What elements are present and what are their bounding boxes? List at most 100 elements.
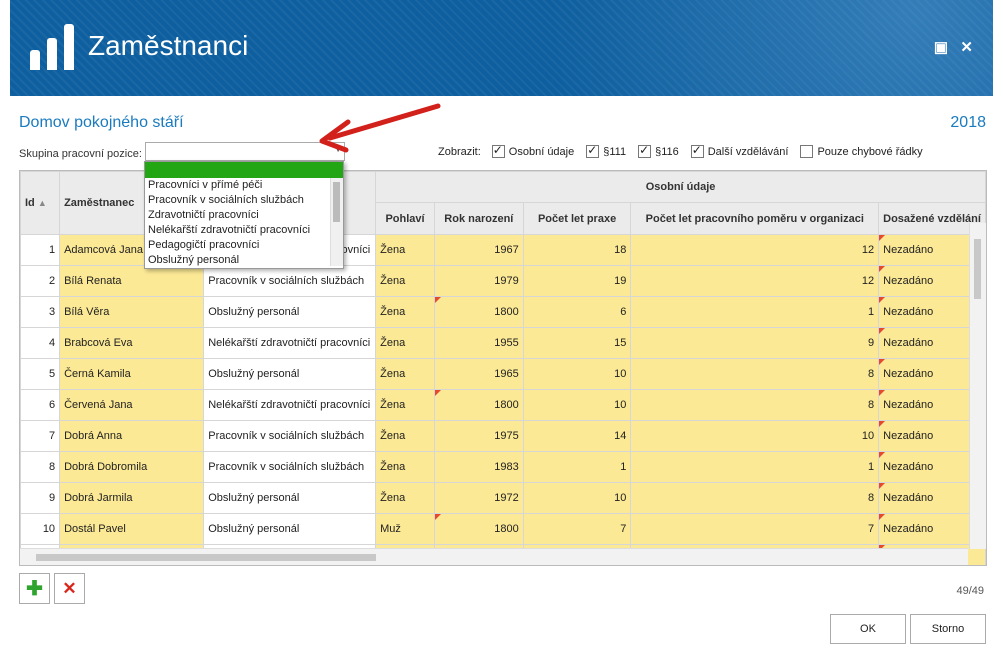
- dropdown-item[interactable]: Pracovníci v přímé péči: [145, 178, 343, 193]
- checkbox-education[interactable]: Další vzdělávání: [690, 143, 788, 158]
- dropdown-item[interactable]: Pedagogičtí pracovníci: [145, 238, 343, 253]
- cell-position[interactable]: Pracovník v sociálních službách: [203, 451, 377, 483]
- cell-gender[interactable]: Žena: [375, 482, 435, 514]
- scroll-thumb[interactable]: [974, 239, 981, 299]
- cell-years-practice[interactable]: 10: [522, 389, 632, 421]
- cell-employee[interactable]: Bílá Věra: [59, 296, 205, 328]
- add-row-button[interactable]: ✚: [19, 573, 50, 604]
- cell-gender[interactable]: Žena: [375, 234, 435, 266]
- cell-birth-year[interactable]: 1800: [433, 389, 524, 421]
- cell-years-org[interactable]: 10: [630, 420, 880, 452]
- scroll-thumb[interactable]: [36, 554, 376, 561]
- cell-years-org[interactable]: 8: [630, 358, 880, 390]
- table-row[interactable]: 3 Bílá Věra Obslužný personál Žena 1800 6 1 Nez…: [20, 296, 986, 328]
- cell-id[interactable]: 8: [20, 451, 61, 483]
- cell-employee[interactable]: Dobrá Dobromila: [59, 451, 205, 483]
- checkbox-box[interactable]: [491, 143, 505, 158]
- cell-employee[interactable]: Brabcová Eva: [59, 327, 205, 359]
- maximize-button[interactable]: ▣: [934, 38, 948, 56]
- cell-gender[interactable]: Žena: [375, 265, 435, 297]
- cell-years-practice[interactable]: 1: [522, 451, 632, 483]
- cell-id[interactable]: 5: [20, 358, 61, 390]
- cell-years-org[interactable]: 1: [630, 296, 880, 328]
- cell-years-org[interactable]: 1: [630, 451, 880, 483]
- cell-position[interactable]: Nelékařští zdravotničtí pracovníci: [203, 327, 377, 359]
- cell-birth-year[interactable]: 1800: [433, 513, 524, 545]
- cell-years-practice[interactable]: 6: [522, 296, 632, 328]
- cell-id[interactable]: 4: [20, 327, 61, 359]
- cell-position[interactable]: Nelékařští zdravotničtí pracovníci: [203, 389, 377, 421]
- cell-years-practice[interactable]: 18: [522, 234, 632, 266]
- cell-position[interactable]: Obslužný personál: [203, 513, 377, 545]
- cell-id[interactable]: 7: [20, 420, 61, 452]
- cell-years-org[interactable]: 9: [630, 327, 880, 359]
- cell-employee[interactable]: Dobrá Jarmila: [59, 482, 205, 514]
- table-row[interactable]: 4 Brabcová Eva Nelékařští zdravotničtí pra…: [20, 327, 986, 359]
- cell-employee[interactable]: Červená Jana: [59, 389, 205, 421]
- cell-birth-year[interactable]: 1965: [433, 358, 524, 390]
- horizontal-scrollbar[interactable]: [20, 548, 968, 565]
- cell-employee[interactable]: Dobrá Anna: [59, 420, 205, 452]
- checkbox-box[interactable]: [638, 143, 652, 158]
- vertical-scrollbar[interactable]: [969, 223, 986, 549]
- cell-birth-year[interactable]: 1975: [433, 420, 524, 452]
- cell-gender[interactable]: Žena: [375, 420, 435, 452]
- cell-years-org[interactable]: 7: [630, 513, 880, 545]
- cell-id[interactable]: 2: [20, 265, 61, 297]
- column-header-years-org[interactable]: Počet let pracovního poměru v organizaci: [630, 202, 880, 235]
- cell-gender[interactable]: Žena: [375, 451, 435, 483]
- cell-years-practice[interactable]: 15: [522, 327, 632, 359]
- checkbox-111[interactable]: §111: [586, 143, 626, 158]
- dropdown-scrollbar[interactable]: [330, 178, 343, 266]
- cell-years-org[interactable]: 8: [630, 482, 880, 514]
- table-row[interactable]: 2 Bílá Renata Pracovník v sociálních služb…: [20, 265, 986, 297]
- table-row[interactable]: 6 Červená Jana Nelékařští zdravotničtí pra…: [20, 389, 986, 421]
- cell-years-practice[interactable]: 19: [522, 265, 632, 297]
- column-header-years-practice[interactable]: Počet let praxe: [522, 202, 632, 235]
- cell-birth-year[interactable]: 1979: [433, 265, 524, 297]
- dropdown-item-empty-selected[interactable]: [145, 162, 343, 178]
- dropdown-item[interactable]: Obslužný personál: [145, 253, 343, 268]
- cell-employee[interactable]: Černá Kamila: [59, 358, 205, 390]
- cell-years-practice[interactable]: 10: [522, 482, 632, 514]
- cell-gender[interactable]: Žena: [375, 327, 435, 359]
- cell-position[interactable]: Obslužný personál: [203, 358, 377, 390]
- cell-years-practice[interactable]: 14: [522, 420, 632, 452]
- cell-position[interactable]: Pracovník v sociálních službách: [203, 265, 377, 297]
- cell-years-org[interactable]: 8: [630, 389, 880, 421]
- cancel-button[interactable]: Storno: [910, 614, 986, 644]
- cell-gender[interactable]: Žena: [375, 296, 435, 328]
- cell-birth-year[interactable]: 1967: [433, 234, 524, 266]
- cell-birth-year[interactable]: 1972: [433, 482, 524, 514]
- cell-years-org[interactable]: 12: [630, 234, 880, 266]
- cell-years-org[interactable]: 12: [630, 265, 880, 297]
- checkbox-box[interactable]: [800, 145, 814, 158]
- checkbox-box[interactable]: [690, 143, 704, 158]
- delete-row-button[interactable]: ✕: [54, 573, 85, 604]
- column-header-birth-year[interactable]: Rok narození: [433, 202, 524, 235]
- cell-gender[interactable]: Žena: [375, 389, 435, 421]
- ok-button[interactable]: OK: [830, 614, 906, 644]
- cell-gender[interactable]: Muž: [375, 513, 435, 545]
- cell-id[interactable]: 6: [20, 389, 61, 421]
- close-button[interactable]: ✕: [960, 38, 973, 56]
- cell-id[interactable]: 3: [20, 296, 61, 328]
- dropdown-item[interactable]: Nelékařští zdravotničtí pracovníci: [145, 223, 343, 238]
- table-row[interactable]: 5 Černá Kamila Obslužný personál Žena 1965 10…: [20, 358, 986, 390]
- table-row[interactable]: 8 Dobrá Dobromila Pracovník v sociálních s…: [20, 451, 986, 483]
- column-header-id[interactable]: Id ▲: [20, 171, 61, 235]
- checkbox-box[interactable]: [586, 143, 600, 158]
- cell-id[interactable]: 1: [20, 234, 61, 266]
- checkbox-personal-data[interactable]: Osobní údaje: [491, 143, 574, 158]
- cell-employee[interactable]: Dostál Pavel: [59, 513, 205, 545]
- table-row[interactable]: 7 Dobrá Anna Pracovník v sociálních službá…: [20, 420, 986, 452]
- cell-years-practice[interactable]: 10: [522, 358, 632, 390]
- cell-birth-year[interactable]: 1955: [433, 327, 524, 359]
- cell-employee[interactable]: Bílá Renata: [59, 265, 205, 297]
- cell-id[interactable]: 9: [20, 482, 61, 514]
- checkbox-errors-only[interactable]: Pouze chybové řádky: [800, 145, 923, 158]
- cell-birth-year[interactable]: 1983: [433, 451, 524, 483]
- cell-birth-year[interactable]: 1800: [433, 296, 524, 328]
- column-header-gender[interactable]: Pohlaví: [375, 202, 435, 235]
- table-row[interactable]: 9 Dobrá Jarmila Obslužný personál Žena 1972 1…: [20, 482, 986, 514]
